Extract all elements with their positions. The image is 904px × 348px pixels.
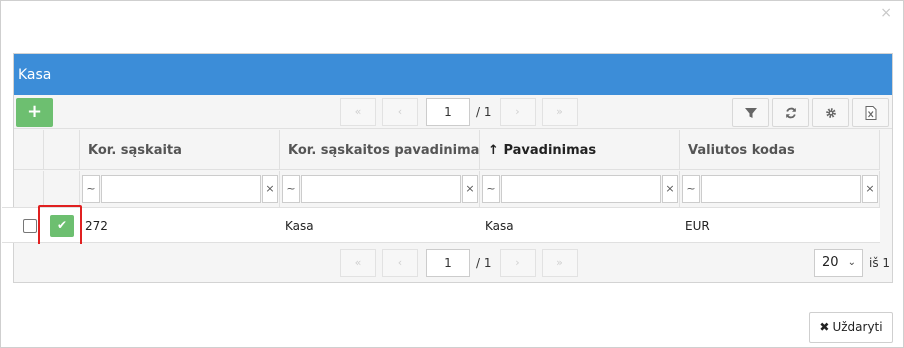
column-header-kor-saskaita[interactable]: Kor. sąskaita — [80, 130, 280, 170]
filter-pavadinimas: ~ × — [480, 171, 680, 207]
cell-valiutos-kodas: EUR — [685, 219, 710, 233]
column-header-pavadinimas[interactable]: ↑ Pavadinimas — [480, 130, 680, 170]
first-page-button[interactable]: « — [340, 98, 376, 126]
filter-input[interactable] — [101, 175, 261, 203]
filter-input[interactable] — [701, 175, 861, 203]
next-page-button[interactable]: › — [499, 98, 536, 126]
filter-input[interactable] — [501, 175, 661, 203]
filter-spacer — [14, 171, 44, 207]
filter-clear-icon[interactable]: × — [662, 175, 678, 203]
page-size-value: 20 — [822, 255, 839, 270]
cell-pavadinimas: Kasa — [485, 219, 514, 233]
last-page-button[interactable]: » — [541, 249, 578, 277]
filter-kor-saskaitos-pavadinimas: ~ × — [280, 171, 480, 207]
filter-operator-button[interactable]: ~ — [682, 175, 700, 203]
dialog: × Kasa + « ‹ / 1 › » — [0, 0, 904, 348]
dialog-close-icon[interactable]: × — [880, 5, 892, 21]
filter-operator-button[interactable]: ~ — [482, 175, 500, 203]
close-button[interactable]: ✖ Uždaryti — [809, 312, 893, 343]
header-select-cell — [44, 130, 80, 170]
filter-input[interactable] — [301, 175, 461, 203]
filter-kor-saskaita: ~ × — [80, 171, 280, 207]
filter-clear-icon[interactable]: × — [262, 175, 278, 203]
next-page-button[interactable]: › — [499, 249, 536, 277]
bottom-pager: « ‹ / 1 › » — [340, 249, 584, 277]
page-total-label: / 1 — [476, 105, 492, 119]
chevron-down-icon: ⌄ — [847, 257, 856, 268]
column-header-label: Pavadinimas — [503, 143, 597, 158]
filter-icon — [744, 107, 757, 118]
close-icon: ✖ — [819, 320, 830, 334]
column-header-valiutos-kodas[interactable]: Valiutos kodas — [680, 130, 880, 170]
filter-valiutos-kodas: ~ × — [680, 171, 880, 207]
row-select-button[interactable]: ✔ — [50, 215, 74, 237]
prev-page-button[interactable]: ‹ — [382, 98, 418, 126]
cell-kor-saskaitos-pavadinimas: Kasa — [285, 219, 314, 233]
page-of-total: iš 1 — [869, 256, 891, 270]
filter-operator-button[interactable]: ~ — [82, 175, 100, 203]
header-checkbox-cell — [14, 130, 44, 170]
filter-spacer — [44, 171, 80, 207]
filter-clear-icon[interactable]: × — [862, 175, 878, 203]
gear-icon — [825, 107, 836, 118]
sort-ascending-icon: ↑ — [488, 143, 499, 158]
refresh-icon — [785, 107, 796, 118]
row-checkbox[interactable] — [23, 219, 37, 233]
page-number-input[interactable] — [426, 249, 470, 277]
column-header-kor-saskaitos-pavadinimas[interactable]: Kor. sąskaitos pavadinimas — [280, 130, 480, 170]
add-button[interactable]: + — [16, 98, 53, 127]
top-pager: « ‹ / 1 › » — [340, 98, 584, 126]
filter-clear-icon[interactable]: × — [462, 175, 478, 203]
page-number-input[interactable] — [426, 98, 470, 126]
kasa-grid: Kasa + « ‹ / 1 › » — [2, 53, 893, 283]
grid-footer: « ‹ / 1 › » 20 ⌄ iš 1 — [14, 244, 892, 282]
grid-filter-row: ~ × ~ × ~ × ~ × — [14, 171, 880, 207]
last-page-button[interactable]: » — [541, 98, 578, 126]
cell-kor-saskaita: 272 — [85, 219, 108, 233]
settings-button[interactable] — [812, 98, 849, 127]
filter-operator-button[interactable]: ~ — [282, 175, 300, 203]
first-page-button[interactable]: « — [340, 249, 376, 277]
grid-title: Kasa — [14, 54, 892, 95]
filter-button[interactable] — [732, 98, 769, 127]
page-total-label: / 1 — [476, 256, 492, 270]
table-row[interactable]: ✔ 272 Kasa Kasa EUR — [2, 205, 880, 248]
export-excel-button[interactable] — [852, 98, 889, 127]
refresh-button[interactable] — [772, 98, 809, 127]
close-button-label: Uždaryti — [832, 320, 883, 334]
page-size-select[interactable]: 20 ⌄ — [814, 249, 863, 277]
grid-header-row: Kor. sąskaita Kor. sąskaitos pavadinimas… — [14, 130, 880, 170]
prev-page-button[interactable]: ‹ — [382, 249, 418, 277]
grid-toolbar: + « ‹ / 1 › » — [14, 95, 892, 129]
excel-export-icon — [865, 105, 876, 120]
